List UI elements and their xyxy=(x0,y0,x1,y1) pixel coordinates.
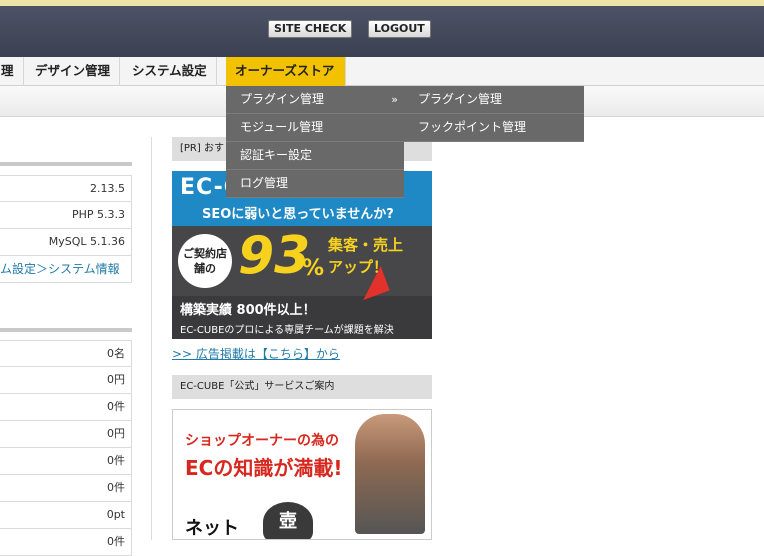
system-info-link[interactable]: ム設定＞システム情報 xyxy=(0,256,132,283)
stat-row: 0名 xyxy=(0,340,132,367)
banner2-net: ネット xyxy=(185,518,239,539)
submenu-item-hookpoint-management[interactable]: フックポイント管理 xyxy=(404,114,584,142)
stat-row: 0件 xyxy=(0,394,132,421)
stat-row: 0件 xyxy=(0,529,132,556)
admin-header: SITE CHECK LOGOUT xyxy=(0,6,764,57)
site-check-button[interactable]: SITE CHECK xyxy=(268,20,353,38)
stat-row: 0件 xyxy=(0,448,132,475)
version-row: 2.13.5 xyxy=(0,175,132,202)
banner-gain-line1: 集客・売上 xyxy=(328,236,404,254)
stat-row: 0円 xyxy=(0,367,132,394)
submenu-chevron-icon: » xyxy=(391,93,398,106)
banner-record: 構築実績 800件以上！ xyxy=(180,303,316,318)
nav-item-design[interactable]: デザイン管理 xyxy=(26,57,121,86)
menu-item-auth-key-settings[interactable]: 認証キー設定 xyxy=(226,142,404,170)
banner-figure: 93 xyxy=(238,226,311,286)
stat-row: 0円 xyxy=(0,421,132,448)
nav-item-system[interactable]: システム設定 xyxy=(123,57,217,86)
contract-badge: ご契約店舗の xyxy=(178,234,232,288)
owners-store-dropdown: プラグイン管理 » モジュール管理 認証キー設定 ログ管理 xyxy=(226,86,404,198)
menu-item-plugin-management[interactable]: プラグイン管理 » xyxy=(226,86,404,114)
banner-percent: % xyxy=(302,256,325,281)
service-section-heading: EC-CUBE「公式」サービスご案内 xyxy=(172,375,432,399)
ec-knowledge-banner[interactable]: ショップオーナーの為の ECの知識が満載! ネット 壺 xyxy=(172,409,432,540)
banner-middle: ご契約店舗の 93 % 集客・売上 アップ！ xyxy=(172,226,432,301)
submenu-item-plugin-management[interactable]: プラグイン管理 xyxy=(404,86,584,114)
plugin-submenu: プラグイン管理 フックポイント管理 xyxy=(404,86,584,142)
section-divider xyxy=(0,328,132,332)
stat-row: 0件 xyxy=(0,475,132,502)
pot-icon: 壺 xyxy=(263,502,313,539)
banner-seo-text: SEOに弱いと思っていませんか? xyxy=(202,207,394,222)
column-divider xyxy=(151,137,152,540)
mysql-version-row: MySQL 5.1.36 xyxy=(0,229,132,256)
ad-placement-link[interactable]: >> 広告掲載は【こちら】から xyxy=(172,345,340,362)
banner2-line2: ECの知識が満載! xyxy=(185,456,343,480)
section-divider xyxy=(0,162,132,166)
banner-team: EC-CUBEのプロによる専属チームが課題を解決 xyxy=(180,325,394,336)
menu-item-log-management[interactable]: ログ管理 xyxy=(226,170,404,198)
nav-item-truncated[interactable]: 理 xyxy=(0,57,24,86)
nav-item-owners-store[interactable]: オーナーズストア xyxy=(226,57,346,86)
menu-item-label: プラグイン管理 xyxy=(240,92,325,106)
stat-row: 0pt xyxy=(0,502,132,529)
banner2-line1: ショップオーナーの為の xyxy=(185,433,339,449)
main-nav: 理 デザイン管理 システム設定 オーナーズストア xyxy=(0,57,764,86)
php-version-row: PHP 5.3.3 xyxy=(0,202,132,229)
menu-item-module-management[interactable]: モジュール管理 xyxy=(226,114,404,142)
person-photo xyxy=(355,414,425,534)
logout-button[interactable]: LOGOUT xyxy=(368,20,431,38)
